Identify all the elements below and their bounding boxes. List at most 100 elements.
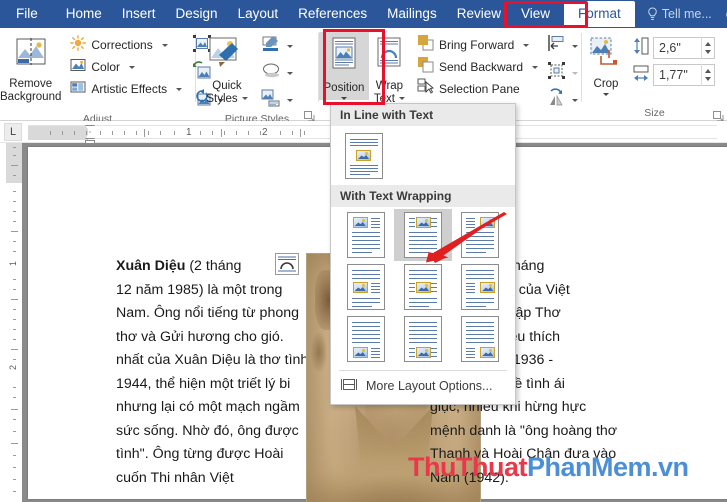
position-thumbnail-0 [346, 212, 385, 258]
more-layout-options-label: More Layout Options... [366, 379, 493, 393]
tab-mailings[interactable]: Mailings [377, 1, 447, 27]
send-backward-icon [417, 56, 434, 78]
artistic-effects-label: Artistic Effects [91, 82, 168, 96]
picture-effects-button[interactable] [261, 61, 293, 85]
tab-format[interactable]: Format [564, 1, 635, 27]
picture-effects-icon [261, 61, 281, 86]
left-margin-zone [28, 126, 88, 140]
position-dropdown-menu[interactable]: In Line with Text With Text Wrapping Mor… [330, 103, 516, 405]
position-option-middle-right[interactable] [452, 261, 509, 313]
quick-styles-chevron-down-icon[interactable] [241, 97, 248, 101]
bring-forward-icon [417, 34, 434, 56]
tab-design[interactable]: Design [166, 1, 228, 27]
ruler-number-1: 1 [186, 127, 192, 138]
corrections-button[interactable]: Corrections [67, 34, 185, 56]
quick-styles-button[interactable]: Quick Styles [196, 32, 258, 106]
tab-references[interactable]: References [288, 1, 377, 27]
position-chevron-down-icon[interactable] [340, 97, 347, 100]
picture-layout-button[interactable] [261, 88, 293, 112]
position-option-middle-left[interactable] [337, 261, 394, 313]
crop-icon [587, 36, 625, 75]
position-option-top-right[interactable] [452, 209, 509, 261]
shape-height-input[interactable]: 2,6" [653, 37, 715, 59]
artistic-effects-button[interactable]: Artistic Effects [67, 78, 185, 100]
color-chevron-down-icon[interactable] [129, 65, 136, 69]
color-button[interactable]: Color [67, 56, 185, 78]
position-option-bottom-left[interactable] [337, 313, 394, 365]
picture-layout-chevron-down-icon[interactable] [287, 98, 293, 102]
site-watermark: ThuThuatPhanMem.vn [408, 452, 689, 483]
rotate-objects-chevron-down-icon[interactable] [572, 98, 578, 102]
selection-pane-button[interactable]: Selection Pane [414, 78, 541, 100]
position-label: Position [323, 82, 365, 94]
inline-with-text-option[interactable] [331, 126, 515, 185]
position-option-top-left[interactable] [337, 209, 394, 261]
group-objects-icon [547, 61, 566, 85]
position-option-top-center[interactable] [394, 209, 452, 261]
position-option-middle-center[interactable] [394, 261, 451, 313]
selection-pane-label: Selection Pane [438, 82, 520, 96]
corrections-chevron-down-icon[interactable] [161, 43, 168, 47]
size-dialog-launcher-icon[interactable] [713, 109, 724, 122]
quick-styles-label-1: Quick [212, 80, 242, 92]
position-thumbnail-4 [403, 264, 442, 310]
send-backward-chevron-down-icon[interactable] [532, 65, 538, 69]
menu-section-inline-header: In Line with Text [331, 104, 515, 126]
remove-background-button[interactable]: Remove Background [0, 32, 61, 104]
position-option-bottom-right[interactable] [452, 313, 509, 365]
rotate-objects-button[interactable] [547, 88, 578, 112]
position-options-grid[interactable] [331, 207, 515, 365]
bio-left-line-4: nhất của Xuân Diệu là thơ tình [116, 352, 309, 368]
group-objects-button[interactable] [547, 61, 578, 85]
bio-left-line-0: (2 tháng [185, 258, 242, 274]
shape-width-stepper[interactable] [701, 64, 714, 86]
picture-styles-dialog-launcher-icon[interactable] [304, 109, 315, 122]
lightbulb-icon [647, 7, 658, 21]
top-margin-zone [6, 143, 22, 183]
vertical-ruler[interactable]: 1 2 [6, 143, 22, 502]
position-icon [327, 36, 361, 79]
send-backward-button[interactable]: Send Backward [414, 56, 541, 78]
shape-height-field-row: 2,6" [630, 37, 718, 59]
shape-height-stepper[interactable] [701, 37, 714, 59]
wrap-text-chevron-down-icon[interactable] [398, 97, 405, 101]
shape-height-icon [633, 37, 649, 60]
more-layout-options-icon [341, 377, 357, 395]
bring-forward-button[interactable]: Bring Forward [414, 34, 541, 56]
ribbon-group-adjust: Remove Background Corrections Color Arti… [0, 28, 225, 125]
vertical-ruler-number-1: 1 [8, 261, 18, 267]
crop-button[interactable]: Crop [582, 32, 630, 96]
tab-home[interactable]: Home [56, 1, 112, 27]
bio-left-line-7: sức sống. Nhờ đó, ông được [116, 422, 299, 439]
position-thumbnail-7 [403, 316, 442, 362]
align-objects-chevron-down-icon[interactable] [572, 44, 578, 48]
align-objects-button[interactable] [547, 34, 578, 58]
shape-width-field-row: 1,77" [630, 64, 718, 86]
tab-review[interactable]: Review [447, 1, 511, 27]
tab-view[interactable]: View [511, 1, 560, 27]
tab-layout[interactable]: Layout [228, 1, 289, 27]
bio-left-line-8: tình". Ông từng được Hoài [116, 446, 284, 462]
remove-background-label-2: Background [0, 91, 62, 103]
corrections-label: Corrections [91, 38, 153, 52]
quick-styles-icon [206, 36, 248, 77]
wrap-text-label-1: Wrap [375, 80, 404, 92]
position-option-bottom-center[interactable] [394, 313, 451, 365]
tab-stop-selector-button[interactable]: L [4, 123, 22, 141]
picture-border-button[interactable] [261, 34, 293, 58]
picture-border-chevron-down-icon[interactable] [287, 44, 293, 48]
tell-me-box[interactable]: Tell me... [647, 7, 712, 21]
shape-width-input[interactable]: 1,77" [653, 64, 715, 86]
bio-left-line-3: thơ và Gửi hương cho gió. [116, 328, 284, 345]
bring-forward-chevron-down-icon[interactable] [523, 43, 530, 47]
tab-file[interactable]: File [0, 1, 56, 27]
crop-chevron-down-icon[interactable] [603, 93, 609, 96]
bio-left-line-1: 12 năm 1985) là một trong [116, 281, 283, 298]
more-layout-options-item[interactable]: More Layout Options... [331, 371, 515, 395]
tab-insert[interactable]: Insert [112, 1, 166, 27]
picture-effects-chevron-down-icon[interactable] [287, 71, 293, 75]
position-button[interactable]: Position [319, 32, 369, 100]
wrap-text-button[interactable]: Wrap Text [369, 32, 410, 106]
artistic-effects-chevron-down-icon[interactable] [176, 87, 183, 91]
layout-options-badge[interactable] [275, 253, 299, 275]
